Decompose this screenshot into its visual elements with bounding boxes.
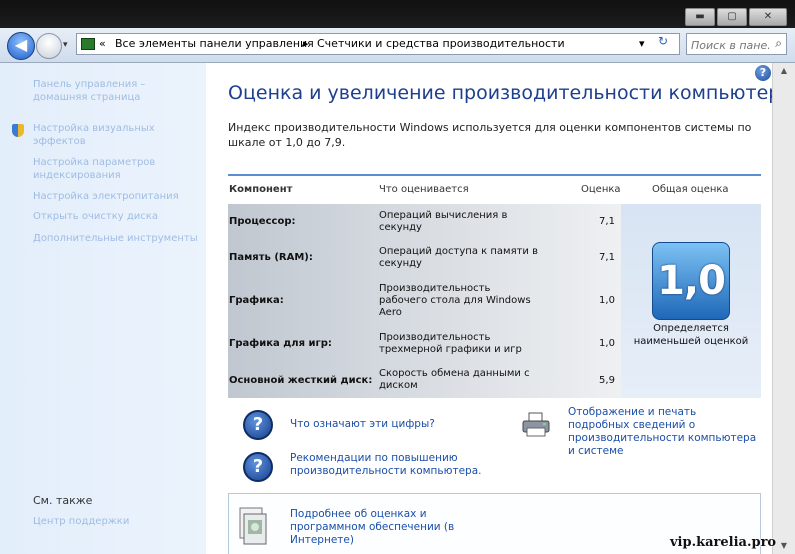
control-panel-icon (81, 38, 95, 50)
sidebar-link-indexing[interactable]: Настройка параметров (33, 157, 155, 169)
link-print-details[interactable]: Отображение и печать подробных сведений … (568, 406, 760, 458)
printer-icon[interactable] (521, 412, 551, 438)
breadcrumb-chevron[interactable]: « (99, 37, 106, 50)
header-overall: Общая оценка (652, 184, 729, 195)
question-icon[interactable]: ? (243, 452, 273, 482)
see-also-heading: См. также (33, 494, 93, 507)
component-score: 5,9 (599, 375, 615, 386)
recent-pages-dropdown-icon[interactable]: ▾ (63, 40, 68, 50)
forward-button[interactable] (36, 33, 62, 59)
component-desc: Производительность трехмерной графики и … (379, 332, 522, 355)
back-button[interactable]: ◀ (7, 32, 35, 60)
watermark: vip.karelia.pro (670, 535, 777, 550)
component-score: 1,0 (599, 338, 615, 349)
overall-score-note: Определяется наименьшей оценкой (633, 323, 749, 347)
refresh-icon[interactable]: ↻ (658, 34, 668, 48)
component-name: Память (RAM): (229, 252, 313, 263)
sidebar-link-visual-effects[interactable]: Настройка визуальных (33, 123, 155, 135)
component-desc: Операций вычисления в секунду (379, 210, 508, 233)
sidebar-link-action-center[interactable]: Центр поддержки (33, 516, 129, 528)
search-input[interactable] (687, 35, 773, 56)
overall-score-badge: 1,0 (652, 242, 730, 320)
sidebar-link-advanced-tools[interactable]: Дополнительные инструменты (33, 233, 198, 245)
address-dropdown-icon[interactable]: ▾ (639, 37, 645, 50)
sidebar-link-disk-cleanup[interactable]: Открыть очистку диска (33, 211, 158, 223)
header-component: Компонент (229, 184, 293, 195)
component-score: 7,1 (599, 216, 615, 227)
table-row: Основной жесткий диск: Скорость обмена д… (228, 364, 621, 398)
component-score: 7,1 (599, 252, 615, 263)
component-name: Графика для игр: (229, 338, 332, 349)
score-table-header: Компонент Что оценивается Оценка Общая о… (228, 174, 761, 205)
scroll-down-icon[interactable]: ▼ (773, 538, 795, 554)
link-online-info[interactable]: Подробнее об оценках и программном обесп… (290, 508, 480, 547)
component-name: Основной жесткий диск: (229, 375, 373, 386)
header-score: Оценка (581, 184, 621, 195)
sidebar-link-visual-effects-line2[interactable]: эффектов (33, 136, 86, 148)
header-rated: Что оценивается (379, 184, 469, 195)
close-button[interactable]: ✕ (749, 8, 787, 26)
sidebar-link-home[interactable]: Панель управления – (33, 79, 145, 91)
shield-icon (12, 124, 24, 137)
table-row: Графика: Производительность рабочего сто… (228, 280, 621, 326)
score-table: Процессор: Операций вычисления в секунду… (228, 204, 621, 398)
intro-text: Индекс производительности Windows исполь… (228, 121, 752, 149)
search-icon[interactable]: ⌕ (775, 36, 782, 51)
scrollbar[interactable]: ▲ ▼ (772, 63, 795, 554)
title-bar: ▬ ▢ ✕ (0, 0, 795, 30)
link-what-numbers-mean[interactable]: Что означают эти цифры? (290, 418, 435, 431)
table-row: Процессор: Операций вычисления в секунду… (228, 204, 621, 240)
minimize-button[interactable]: ▬ (685, 8, 715, 26)
table-row: Память (RAM): Операций доступа к памяти … (228, 242, 621, 276)
component-name: Процессор: (229, 216, 296, 227)
sidebar-link-indexing-line2[interactable]: индексирования (33, 170, 121, 182)
scroll-up-icon[interactable]: ▲ (773, 63, 795, 79)
address-bar[interactable]: « Все элементы панели управления ▸ Счетч… (76, 33, 680, 55)
table-row: Графика для игр: Производительность трех… (228, 328, 621, 362)
component-name: Графика: (229, 295, 284, 306)
question-icon[interactable]: ? (243, 410, 273, 440)
component-score: 1,0 (599, 295, 615, 306)
document-icon (239, 507, 267, 545)
sidebar-link-power[interactable]: Настройка электропитания (33, 191, 179, 203)
component-desc: Скорость обмена данными с диском (379, 368, 530, 391)
component-desc: Операций доступа к памяти в секунду (379, 246, 538, 269)
search-box[interactable]: ⌕ (686, 33, 787, 56)
breadcrumb-separator-icon[interactable]: ▸ (303, 37, 309, 50)
window-controls: ▬ ▢ ✕ (685, 8, 787, 26)
link-performance-tips[interactable]: Рекомендации по повышению производительн… (290, 452, 500, 478)
component-desc: Производительность рабочего стола для Wi… (379, 283, 531, 318)
sidebar: Панель управления – домашняя страница На… (0, 63, 206, 554)
help-icon[interactable]: ? (755, 65, 771, 81)
page-title: Оценка и увеличение производительности к… (228, 82, 793, 104)
navigation-bar: ◀ ▾ « Все элементы панели управления ▸ С… (0, 28, 795, 63)
maximize-button[interactable]: ▢ (717, 8, 747, 26)
breadcrumb-performance[interactable]: Счетчики и средства производительности (317, 37, 565, 50)
breadcrumb-all-items[interactable]: Все элементы панели управления (115, 37, 314, 50)
sidebar-link-home-line2[interactable]: домашняя страница (33, 92, 140, 104)
